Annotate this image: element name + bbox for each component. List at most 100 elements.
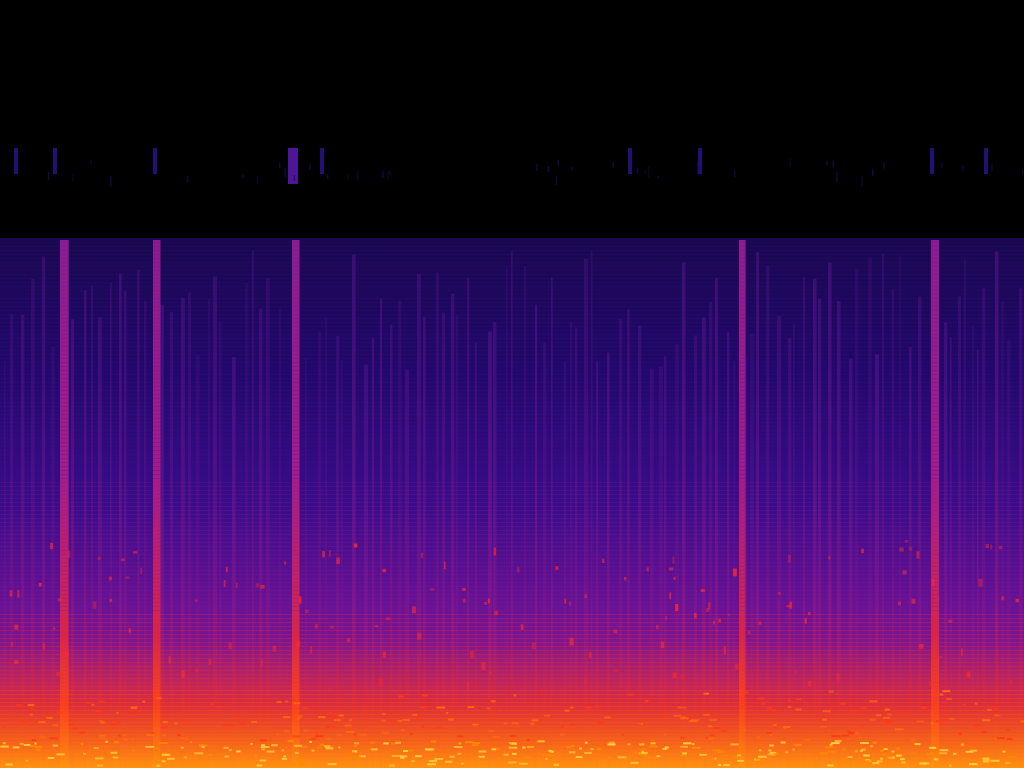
hot-spot (323, 745, 331, 748)
hot-spot (880, 757, 883, 760)
hot-spot (550, 759, 555, 762)
hot-spot (604, 716, 612, 719)
hot-spot (260, 659, 263, 666)
hot-spot (422, 694, 428, 697)
hot-spot (553, 763, 559, 766)
hot-spot (911, 598, 916, 604)
hot-spot (48, 737, 58, 740)
hot-spot (484, 602, 487, 605)
hot-spot (98, 720, 104, 723)
hot-spot (235, 716, 243, 719)
hot-spot (673, 576, 676, 580)
hot-spot (110, 751, 118, 754)
hot-spot (531, 642, 536, 650)
hot-spot (891, 750, 895, 753)
hot-spot (226, 724, 235, 727)
hot-spot (982, 757, 990, 760)
hot-spot (1015, 598, 1019, 603)
hot-spot (97, 557, 101, 560)
hot-spot (109, 598, 113, 602)
hot-spot (855, 750, 858, 753)
hot-spot (421, 552, 423, 559)
hot-spot (0, 745, 9, 748)
hot-spot (401, 729, 405, 732)
hot-spot (303, 729, 308, 732)
hot-spot (96, 764, 103, 767)
hot-spot (812, 764, 818, 767)
harmonic-band (0, 618, 1024, 619)
upper-fleck (72, 173, 74, 182)
upper-fleck (644, 170, 647, 174)
hot-spot (723, 646, 726, 655)
hot-spot (716, 751, 724, 753)
hot-spot (617, 756, 627, 759)
hot-spot (490, 700, 496, 703)
hot-spot (343, 756, 352, 759)
hot-spot (982, 759, 991, 762)
hot-spot (527, 746, 534, 748)
hot-spot (668, 567, 674, 571)
hot-spot (538, 740, 545, 743)
hot-spot (333, 716, 338, 719)
hot-spot (288, 740, 294, 743)
hot-spot (181, 670, 185, 678)
hot-spot (672, 672, 677, 679)
hot-spot (614, 668, 619, 672)
hot-spot (503, 722, 508, 725)
hot-spot (392, 719, 398, 722)
hot-spot (759, 749, 762, 752)
harmonic-band (0, 282, 1024, 283)
harmonic-band (0, 634, 1024, 635)
hot-spot (117, 721, 122, 724)
hot-spot (916, 720, 925, 723)
hot-spot (734, 663, 740, 670)
hot-spot (421, 725, 424, 728)
hot-spot (19, 742, 24, 745)
hot-spot (113, 741, 119, 744)
hot-spot (291, 764, 295, 767)
harmonic-band (0, 426, 1024, 427)
hot-spot (47, 757, 55, 759)
harmonic-band (0, 378, 1024, 379)
hot-spot (730, 743, 739, 746)
hot-spot (424, 748, 434, 751)
hot-spot (162, 734, 167, 737)
upper-fleck (836, 172, 838, 183)
hot-spot (285, 700, 289, 703)
hot-spot (939, 749, 949, 752)
hot-spot (58, 598, 62, 602)
upper-fleck (110, 176, 112, 187)
hot-spot (400, 756, 405, 759)
harmonic-band (0, 494, 1024, 495)
hot-spot (403, 750, 409, 752)
hot-spot (272, 645, 277, 652)
hot-spot (42, 643, 45, 651)
hot-spot (472, 742, 481, 745)
hot-spot (498, 709, 502, 712)
hot-spot (52, 724, 59, 727)
hot-spot (260, 584, 265, 589)
hot-spot (471, 744, 479, 747)
hot-spot (118, 734, 121, 737)
hot-spot (699, 753, 707, 756)
hot-spot (293, 744, 302, 747)
hot-spot (289, 737, 298, 740)
hot-spot (662, 748, 667, 750)
hot-spot (315, 735, 324, 738)
hot-spot (50, 543, 54, 550)
hot-spot (684, 764, 687, 767)
hot-spot (156, 764, 161, 767)
hot-spot (299, 759, 306, 761)
hot-spot (880, 749, 885, 752)
hot-spot (38, 721, 46, 724)
hot-spot (371, 748, 378, 751)
hot-spot (188, 757, 198, 760)
hot-spot (869, 700, 878, 703)
hot-spot (920, 706, 927, 709)
hot-spot (857, 736, 863, 739)
upper-fleck (612, 161, 614, 168)
hot-spot (895, 728, 904, 731)
hot-spot (819, 752, 829, 755)
harmonic-band (0, 442, 1024, 443)
hot-spot (886, 756, 893, 759)
